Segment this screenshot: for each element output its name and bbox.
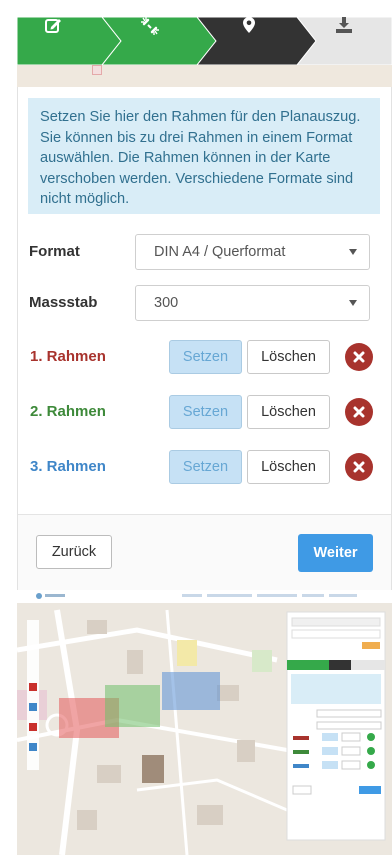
massstab-value: 300 <box>154 295 179 311</box>
back-button[interactable]: Zurück <box>36 535 112 569</box>
info-alert: Setzen Sie hier den Rahmen für den Plana… <box>28 98 380 214</box>
format-row: Format DIN A4 / Querformat <box>28 234 380 270</box>
rahmen-row-3: 3. Rahmen Setzen Löschen <box>28 450 380 484</box>
unlink-icon <box>141 17 159 35</box>
delete-frame-button[interactable]: Löschen <box>247 340 330 374</box>
massstab-label: Massstab <box>29 294 98 311</box>
edit-icon <box>45 19 61 33</box>
remove-frame-button[interactable] <box>345 453 373 481</box>
format-select[interactable]: DIN A4 / Querformat <box>135 234 370 270</box>
next-button[interactable]: Weiter <box>298 534 373 572</box>
map-background <box>17 65 392 87</box>
caret-down-icon <box>349 300 357 306</box>
format-value: DIN A4 / Querformat <box>154 244 286 260</box>
map-marker-icon <box>243 17 255 33</box>
close-icon <box>353 406 365 418</box>
set-frame-button[interactable]: Setzen <box>169 395 242 429</box>
delete-frame-button[interactable]: Löschen <box>247 450 330 484</box>
wizard-stepper <box>17 17 392 65</box>
set-frame-button[interactable]: Setzen <box>169 340 242 374</box>
step-edit[interactable] <box>45 17 75 65</box>
format-label: Format <box>29 243 80 260</box>
rahmen-label: 2. Rahmen <box>30 403 106 420</box>
close-icon <box>353 461 365 473</box>
step-download[interactable] <box>335 17 365 65</box>
rahmen-row-2: 2. Rahmen Setzen Löschen <box>28 395 380 429</box>
close-icon <box>353 351 365 363</box>
massstab-select[interactable]: 300 <box>135 285 370 321</box>
delete-frame-button[interactable]: Löschen <box>247 395 330 429</box>
map-overview-image <box>17 590 392 855</box>
caret-down-icon <box>349 249 357 255</box>
rahmen-label: 3. Rahmen <box>30 458 106 475</box>
rahmen-label: 1. Rahmen <box>30 348 106 365</box>
rahmen-row-1: 1. Rahmen Setzen Löschen <box>28 340 380 374</box>
frame-panel: Setzen Sie hier den Rahmen für den Plana… <box>17 87 392 605</box>
overview-screenshot <box>17 590 392 855</box>
download-icon <box>336 17 352 33</box>
set-frame-button[interactable]: Setzen <box>169 450 242 484</box>
remove-frame-button[interactable] <box>345 343 373 371</box>
step-unlink[interactable] <box>141 17 171 65</box>
massstab-row: Massstab 300 <box>28 285 380 321</box>
step-frames[interactable] <box>243 17 273 65</box>
remove-frame-button[interactable] <box>345 398 373 426</box>
